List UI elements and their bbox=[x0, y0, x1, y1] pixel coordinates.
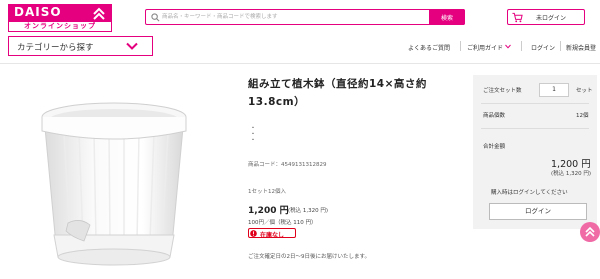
stock-badge: 在庫なし bbox=[248, 228, 296, 239]
nav-separator bbox=[560, 41, 561, 51]
nav-guide[interactable]: ご利用ガイド bbox=[467, 43, 503, 52]
delivery-note: ご注文確定日の2日〜9日後にお届けいたします。 bbox=[248, 254, 370, 260]
warning-icon bbox=[250, 230, 257, 237]
set-info: 1セット12個入 bbox=[248, 189, 286, 195]
cart-login-button[interactable]: 未ログイン bbox=[507, 9, 585, 25]
chevron-down-icon bbox=[126, 42, 138, 50]
logo-subtitle: オンラインショップ bbox=[8, 21, 112, 32]
daiso-logo[interactable]: DAISO オンラインショップ bbox=[8, 4, 112, 32]
cart-icon bbox=[512, 12, 523, 23]
guide-chevron-icon bbox=[505, 44, 511, 49]
quantity-input[interactable]: 1 bbox=[539, 83, 569, 97]
search-button[interactable]: 検索 bbox=[429, 9, 465, 25]
category-label: カテゴリーから探す bbox=[17, 43, 94, 53]
product-image[interactable] bbox=[34, 95, 194, 271]
login-status: 未ログイン bbox=[536, 15, 567, 22]
product-title: 組み立て植木鉢（直径約14×高さ約13.8cm） bbox=[248, 78, 427, 108]
order-divider bbox=[481, 128, 589, 129]
description-dots: ・ ・ ・ bbox=[250, 125, 257, 144]
header-divider bbox=[0, 63, 600, 64]
order-divider bbox=[481, 103, 589, 104]
arrow-up-icon bbox=[585, 226, 595, 237]
set-count-label: ご注文セット数 bbox=[483, 88, 522, 94]
nav-login[interactable]: ログイン bbox=[531, 43, 555, 52]
search-bar: 検索 bbox=[145, 9, 465, 25]
product-code: 商品コード：4549131312829 bbox=[248, 162, 327, 168]
stock-label: 在庫なし bbox=[260, 232, 285, 239]
item-count-value: 12個 bbox=[576, 113, 589, 119]
unit-price: 100円／個（税込 110 円） bbox=[248, 220, 317, 226]
order-panel: ご注文セット数 1 セット 商品個数 12個 合計金額 1,200 円 (税込 … bbox=[473, 75, 597, 229]
nav-faq[interactable]: よくあるご質問 bbox=[408, 43, 450, 52]
nav-separator bbox=[521, 41, 522, 51]
product-price-tax: (税込 1,320 円) bbox=[288, 208, 329, 214]
search-icon bbox=[151, 13, 160, 22]
login-note: 購入時はログインしてください bbox=[491, 190, 568, 196]
total-price-tax: (税込 1,320 円) bbox=[551, 171, 592, 177]
total-price: 1,200 円 bbox=[551, 159, 591, 170]
nav-register[interactable]: 新規会員登 bbox=[566, 43, 596, 52]
back-to-top-button[interactable] bbox=[580, 222, 600, 242]
order-login-button[interactable]: ログイン bbox=[489, 203, 587, 220]
nav-separator bbox=[460, 41, 461, 51]
total-label: 合計金額 bbox=[483, 144, 506, 150]
category-button[interactable]: カテゴリーから探す bbox=[8, 36, 153, 56]
item-count-label: 商品個数 bbox=[483, 113, 506, 119]
product-price: 1,200 円 bbox=[248, 206, 289, 216]
search-input[interactable] bbox=[162, 11, 422, 23]
logo-chevron-icon bbox=[93, 7, 105, 20]
quantity-unit: セット bbox=[576, 88, 593, 94]
